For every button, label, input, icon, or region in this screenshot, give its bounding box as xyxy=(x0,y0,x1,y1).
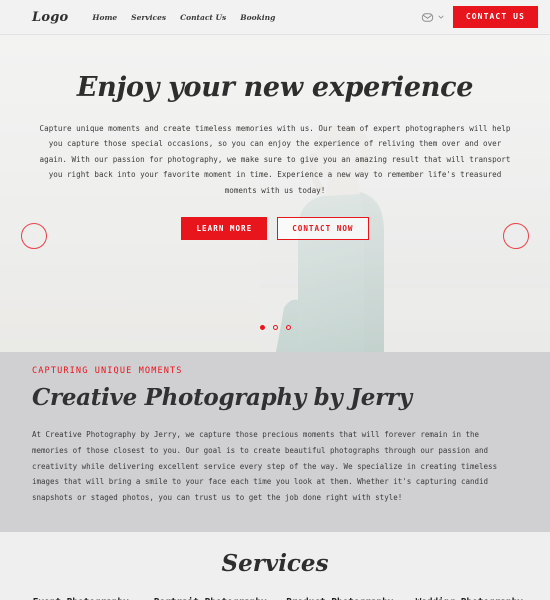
contact-us-button[interactable]: CONTACT US xyxy=(452,6,538,28)
carousel-next-button[interactable] xyxy=(503,223,529,249)
services-section: Services Event Photography All services … xyxy=(0,531,550,600)
about-title: Creative Photography by Jerry xyxy=(32,384,412,411)
hero-carousel: Enjoy your new experience Capture unique… xyxy=(0,35,550,352)
page-root: Logo Home Services Contact Us Booking CO… xyxy=(0,0,550,600)
message-dropdown[interactable] xyxy=(421,11,445,24)
about-paragraph: At Creative Photography by Jerry, we cap… xyxy=(32,430,498,502)
chevron-down-icon xyxy=(437,13,445,21)
carousel-prev-button[interactable] xyxy=(21,223,47,249)
navbar-right-group: CONTACT US xyxy=(421,6,538,28)
main-navigation: Home Services Contact Us Booking xyxy=(92,13,275,22)
learn-more-button[interactable]: LEARN MORE xyxy=(181,216,268,241)
envelope-icon xyxy=(421,11,434,24)
hero-button-group: LEARN MORE CONTACT NOW xyxy=(0,216,550,241)
carousel-dot-2[interactable] xyxy=(272,325,278,330)
carousel-dot-1[interactable] xyxy=(259,325,265,330)
carousel-dot-3[interactable] xyxy=(285,325,291,330)
nav-item-services[interactable]: Services xyxy=(131,13,166,22)
navbar: Logo Home Services Contact Us Booking CO… xyxy=(0,0,550,35)
contact-now-button[interactable]: CONTACT NOW xyxy=(277,216,369,241)
hero-paragraph: Capture unique moments and create timele… xyxy=(39,123,511,195)
nav-item-booking[interactable]: Booking xyxy=(240,13,275,22)
about-section: CAPTURING UNIQUE MOMENTS Creative Photog… xyxy=(0,352,550,532)
chevron-left-icon xyxy=(30,232,39,241)
services-title: Services xyxy=(221,549,329,577)
hero-title: Enjoy your new experience xyxy=(76,72,474,103)
carousel-dots xyxy=(0,325,550,330)
hero-content: Enjoy your new experience Capture unique… xyxy=(0,35,550,241)
chevron-right-icon xyxy=(512,232,521,241)
site-logo[interactable]: Logo xyxy=(32,10,68,25)
nav-item-home[interactable]: Home xyxy=(92,13,117,22)
about-eyebrow: CAPTURING UNIQUE MOMENTS xyxy=(32,366,183,376)
nav-item-contact-us[interactable]: Contact Us xyxy=(180,13,226,22)
